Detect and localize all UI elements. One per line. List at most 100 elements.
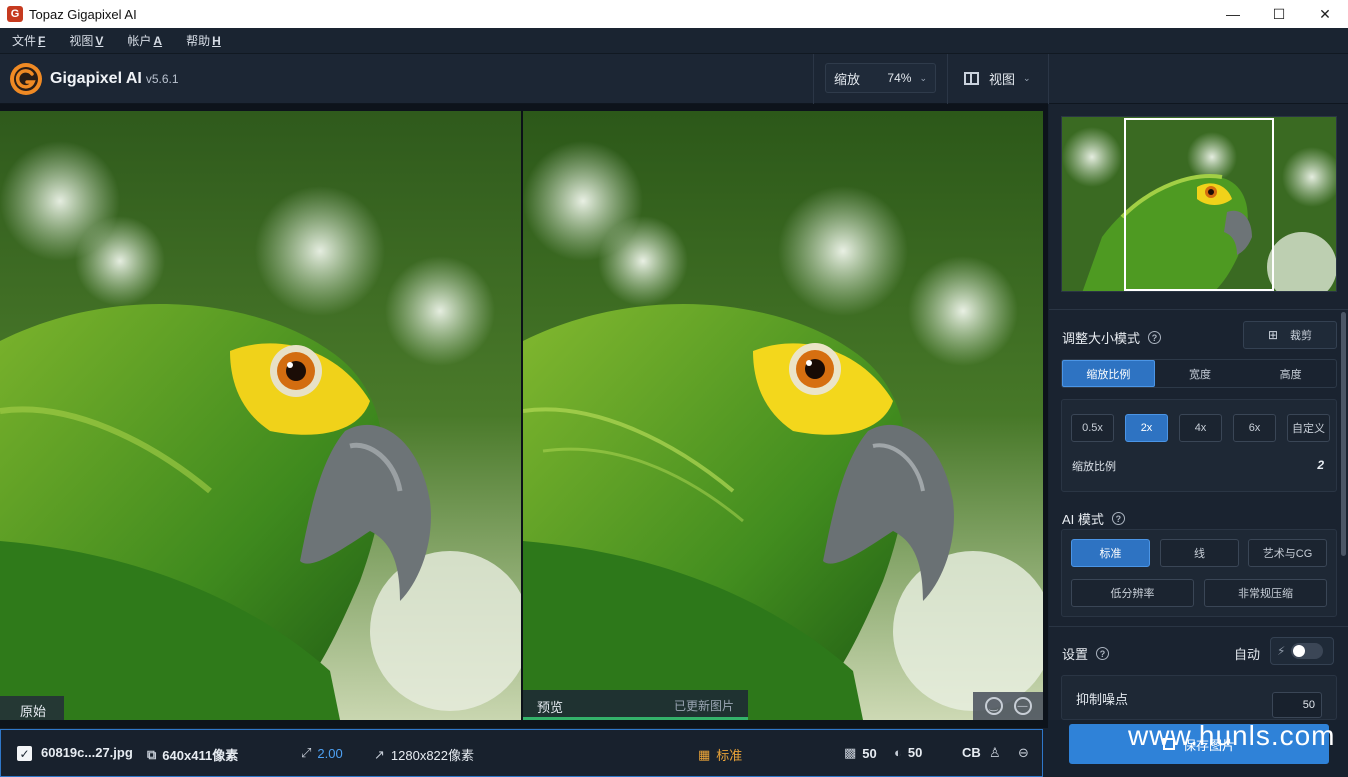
scale-factor: ⤢ 2.00	[301, 745, 343, 761]
parrot-preview-image	[523, 111, 1043, 720]
header-separator	[947, 54, 948, 104]
maximize-button[interactable]: ☐	[1256, 0, 1302, 28]
noise-icon: ▩	[844, 745, 857, 760]
menu-file[interactable]: 文件 F	[0, 32, 57, 49]
header-separator	[813, 54, 814, 104]
ai-mode-compressed[interactable]: 非常规压缩	[1204, 579, 1327, 607]
close-button[interactable]: ✕	[1302, 0, 1348, 28]
preview-progress-bar	[523, 717, 748, 720]
blur-indicator: ◐ 50	[894, 745, 923, 760]
ai-mode-indicator: ▦ 标准	[698, 746, 743, 764]
noise-setting: 抑制噪点 50	[1061, 675, 1337, 720]
zoom-dropdown[interactable]: 缩放 74% ⌄	[825, 63, 936, 93]
panel-scrollbar[interactable]	[1341, 312, 1346, 556]
scale-0-5x-button[interactable]: 0.5x	[1071, 414, 1114, 442]
preview-pane[interactable]: 预览 已更新图片 ‿ —	[523, 111, 1043, 720]
zoom-label: 缩放	[834, 71, 861, 87]
menu-account[interactable]: 帐户 A	[115, 32, 174, 49]
window-title: Topaz Gigapixel AI	[29, 6, 137, 22]
file-name: 60819c...27.jpg	[41, 745, 133, 760]
person-icon: ♙	[989, 745, 1001, 760]
crop-button[interactable]: ⊞ 裁剪	[1243, 321, 1337, 349]
chevron-down-icon: ⌄	[1023, 72, 1031, 83]
noise-indicator: ▩ 50	[844, 745, 877, 761]
chevron-down-icon: ⌄	[919, 72, 927, 83]
preview-status-bar: 预览 已更新图片	[523, 690, 748, 720]
neutral-face-icon[interactable]: —	[1013, 697, 1032, 715]
window-titlebar: G Topaz Gigapixel AI — ☐ ✕	[0, 0, 1348, 28]
scale-4x-button[interactable]: 4x	[1179, 414, 1222, 442]
ai-mode-standard[interactable]: 标准	[1071, 539, 1150, 567]
tab-scale[interactable]: 缩放比例	[1062, 360, 1155, 387]
original-pane[interactable]: 原始	[0, 111, 521, 720]
ai-mode-title: AI 模式?	[1062, 509, 1125, 528]
preview-status: 已更新图片	[673, 699, 734, 713]
toggle-knob	[1293, 645, 1306, 657]
ai-mode-low-res[interactable]: 低分辨率	[1071, 579, 1194, 607]
preview-label: 预览	[537, 700, 564, 715]
output-size: ↗ 1280x822像素	[374, 746, 475, 764]
blur-icon: ◐	[894, 745, 902, 760]
feedback-buttons: ‿ —	[973, 692, 1043, 720]
split-view-icon	[964, 71, 979, 85]
ai-mode-lines[interactable]: 线	[1160, 539, 1239, 567]
export-icon: ↗	[374, 746, 385, 762]
menu-bar: 文件 F 视图 V 帐户 A 帮助 H	[0, 28, 1348, 54]
window-controls: — ☐ ✕	[1210, 0, 1348, 28]
ai-mode-art-cg[interactable]: 艺术与CG	[1248, 539, 1327, 567]
app-icon: G	[7, 6, 23, 22]
navigator-thumbnail[interactable]	[1061, 116, 1337, 292]
image-mode-icon: ▦	[698, 746, 711, 762]
original-label: 原始	[0, 696, 64, 720]
zoom-value: 74%	[887, 71, 912, 85]
tab-height[interactable]: 高度	[1245, 360, 1336, 387]
help-icon[interactable]: ?	[1148, 331, 1162, 344]
scale-chip-row: 0.5x 2x 4x 6x 自定义	[1071, 414, 1330, 442]
lightning-icon: ⚡	[1277, 644, 1286, 658]
help-icon[interactable]: ?	[1096, 647, 1110, 660]
ai-mode-options: 标准 线 艺术与CG 低分辨率 非常规压缩	[1061, 529, 1337, 617]
face-label: CB	[962, 745, 981, 760]
header-separator	[1048, 54, 1049, 104]
product-name: Gigapixel AI v5.6.1	[50, 70, 179, 87]
settings-panel: 调整大小模式? ⊞ 裁剪 缩放比例 宽度 高度 0.5x 2x 4x 6x 自定义…	[1049, 104, 1348, 720]
app-header: Gigapixel AI v5.6.1 缩放 74% ⌄ 视图 ⌄	[0, 54, 1348, 104]
file-row[interactable]: ✓ 60819c...27.jpg ⧉ 640x411像素 ⤢ 2.00 ↗ 1280…	[0, 729, 1043, 777]
view-label: 视图	[989, 71, 1016, 87]
help-icon[interactable]: ?	[1111, 512, 1125, 525]
scale-2x-button[interactable]: 2x	[1125, 414, 1168, 442]
noise-input[interactable]: 50	[1272, 692, 1322, 718]
smile-icon[interactable]: ‿	[984, 697, 1003, 715]
panel-separator	[1049, 309, 1348, 310]
image-viewer: 原始 预览 已更新图片 ‿ —	[0, 104, 1048, 728]
expand-icon: ⤢	[301, 745, 312, 760]
menu-help[interactable]: 帮助 H	[174, 32, 233, 49]
parrot-original-image	[0, 111, 521, 720]
resize-mode-title: 调整大小模式?	[1062, 328, 1162, 347]
file-checkbox[interactable]: ✓	[17, 746, 32, 761]
crop-icon: ⊞	[1267, 328, 1279, 342]
product-version: v5.6.1	[145, 72, 179, 86]
auto-label: 自动	[1234, 647, 1261, 662]
view-dropdown[interactable]: 视图 ⌄	[958, 63, 1038, 93]
menu-view[interactable]: 视图 V	[57, 32, 115, 49]
auto-toggle[interactable]: ⚡	[1270, 637, 1334, 665]
minimize-button[interactable]: —	[1210, 0, 1256, 28]
tab-width[interactable]: 宽度	[1155, 360, 1246, 387]
viewport-frame[interactable]	[1124, 118, 1274, 291]
scale-6x-button[interactable]: 6x	[1233, 414, 1276, 442]
resize-mode-tabs: 缩放比例 宽度 高度	[1061, 359, 1337, 388]
scale-options: 0.5x 2x 4x 6x 自定义 缩放比例 2	[1061, 399, 1337, 492]
topaz-logo-icon	[10, 63, 42, 95]
noise-label: 抑制噪点	[1076, 692, 1129, 707]
toggle-track	[1291, 643, 1324, 659]
scale-custom-button[interactable]: 自定义	[1287, 414, 1330, 442]
scale-value[interactable]: 2	[1317, 458, 1324, 472]
panel-separator	[1049, 626, 1348, 627]
settings-title: 设置?	[1062, 644, 1110, 663]
remove-icon[interactable]: ⊖	[1018, 745, 1035, 761]
scale-label: 缩放比例	[1072, 461, 1116, 473]
watermark-text: www.hunls.com	[1128, 720, 1336, 751]
resize-icon: ⧉	[147, 746, 157, 762]
input-size: ⧉ 640x411像素	[147, 746, 239, 764]
